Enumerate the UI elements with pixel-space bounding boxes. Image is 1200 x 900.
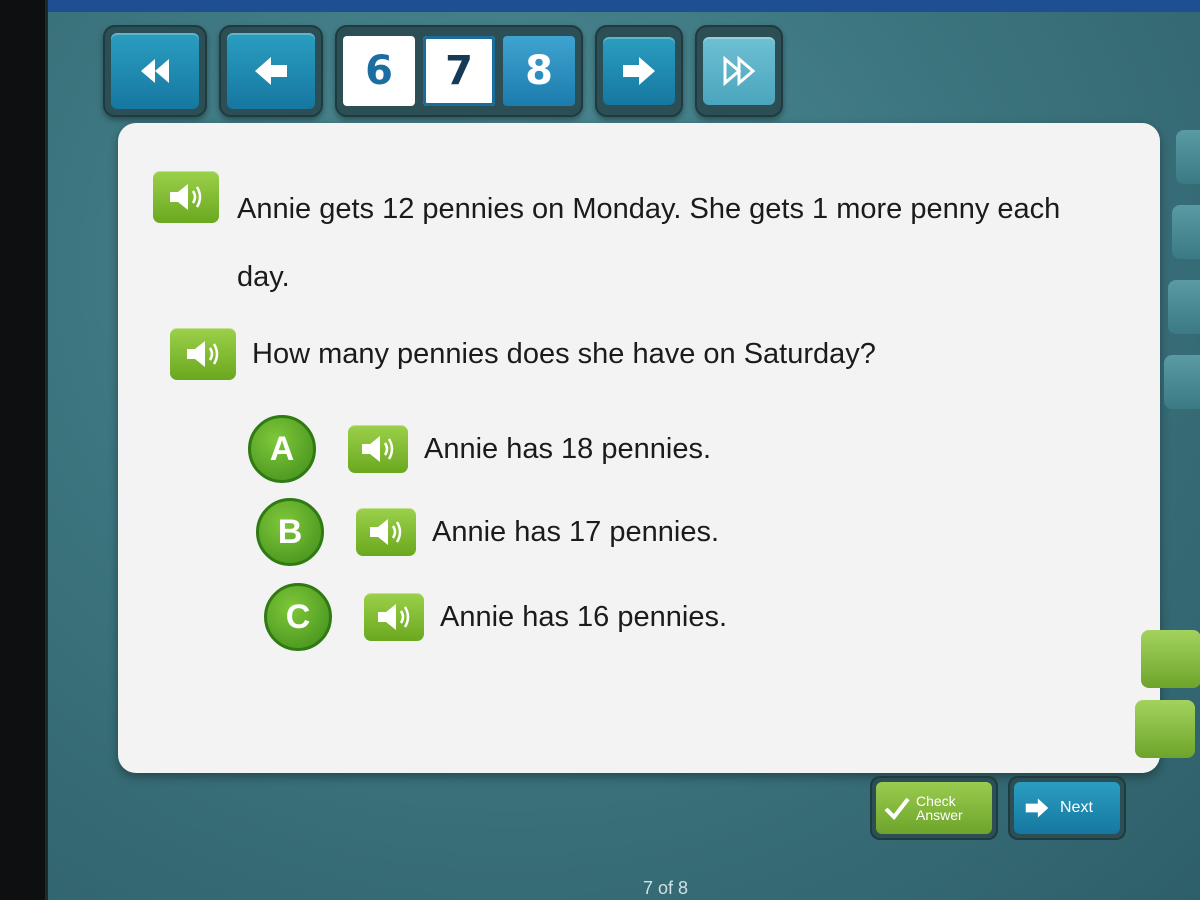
question-audio-button[interactable] (170, 328, 236, 380)
check-answer-line1: Check (916, 793, 956, 809)
first-frame (103, 25, 207, 117)
tool-button-2[interactable] (1172, 205, 1200, 259)
page-button-6[interactable]: 6 (343, 36, 415, 106)
question-text: How many pennies does she have on Saturd… (252, 337, 876, 370)
back-frame (219, 25, 323, 117)
page-button-7[interactable]: 7 (423, 36, 495, 106)
question-row: How many pennies does she have on Saturd… (170, 328, 876, 380)
next-question-button[interactable] (603, 37, 675, 105)
check-answer-frame: Check Answer (870, 776, 998, 840)
back-arrow-icon (255, 57, 287, 85)
check-answer-label: Check Answer (916, 794, 963, 822)
forward-frame (595, 25, 683, 117)
page-button-8[interactable]: 8 (503, 36, 575, 106)
fast-forward-to-last-icon (723, 55, 756, 87)
prompt-audio-button[interactable] (153, 171, 219, 223)
tool-button-6[interactable] (1135, 700, 1195, 758)
next-label: Next (1060, 799, 1093, 816)
forward-arrow-icon (1025, 798, 1049, 818)
speaker-icon (170, 184, 202, 210)
previous-question-button[interactable] (227, 33, 315, 109)
choice-letter-c[interactable]: C (264, 583, 332, 651)
tool-button-1[interactable] (1176, 130, 1200, 184)
answer-choice-b[interactable]: B Annie has 17 pennies. (256, 498, 719, 566)
forward-arrow-icon (623, 57, 655, 85)
check-answer-button[interactable]: Check Answer (876, 782, 992, 834)
page-number-frame: 6 7 8 (335, 25, 583, 117)
rewind-to-first-icon (141, 59, 169, 83)
bottom-action-bar: Check Answer Next (870, 776, 1126, 840)
tool-button-4[interactable] (1164, 355, 1200, 409)
speaker-icon (378, 604, 410, 630)
next-frame: Next (1008, 776, 1126, 840)
choice-letter-b[interactable]: B (256, 498, 324, 566)
prompt-row: Annie gets 12 pennies on Monday. She get… (153, 171, 1083, 311)
choice-letter-a[interactable]: A (248, 415, 316, 483)
answer-choice-c[interactable]: C Annie has 16 pennies. (264, 583, 727, 651)
speaker-icon (187, 341, 219, 367)
question-prompt: Annie gets 12 pennies on Monday. She get… (237, 193, 1061, 293)
page-indicator: 7 of 8 (643, 878, 689, 898)
check-answer-line2: Answer (916, 807, 963, 823)
checkmark-icon (884, 797, 910, 821)
question-navigation: 6 7 8 (103, 25, 783, 117)
speaker-icon (362, 436, 394, 462)
tool-button-5[interactable] (1141, 630, 1200, 688)
choice-c-audio-button[interactable] (364, 593, 424, 641)
last-question-button[interactable] (703, 37, 775, 105)
first-question-button[interactable] (111, 33, 199, 109)
tool-button-3[interactable] (1168, 280, 1200, 334)
last-frame (695, 25, 783, 117)
app-screen: 6 7 8 Annie gets 12 pennies on Monday. S… (45, 0, 1200, 900)
top-strip (48, 0, 1200, 12)
next-button[interactable]: Next (1014, 782, 1120, 834)
choice-a-audio-button[interactable] (348, 425, 408, 473)
question-panel: Annie gets 12 pennies on Monday. She get… (118, 123, 1160, 773)
choice-b-text: Annie has 17 pennies. (432, 515, 719, 548)
speaker-icon (370, 519, 402, 545)
answer-choice-a[interactable]: A Annie has 18 pennies. (248, 415, 711, 483)
choice-c-text: Annie has 16 pennies. (440, 600, 727, 633)
choice-a-text: Annie has 18 pennies. (424, 432, 711, 465)
choice-b-audio-button[interactable] (356, 508, 416, 556)
